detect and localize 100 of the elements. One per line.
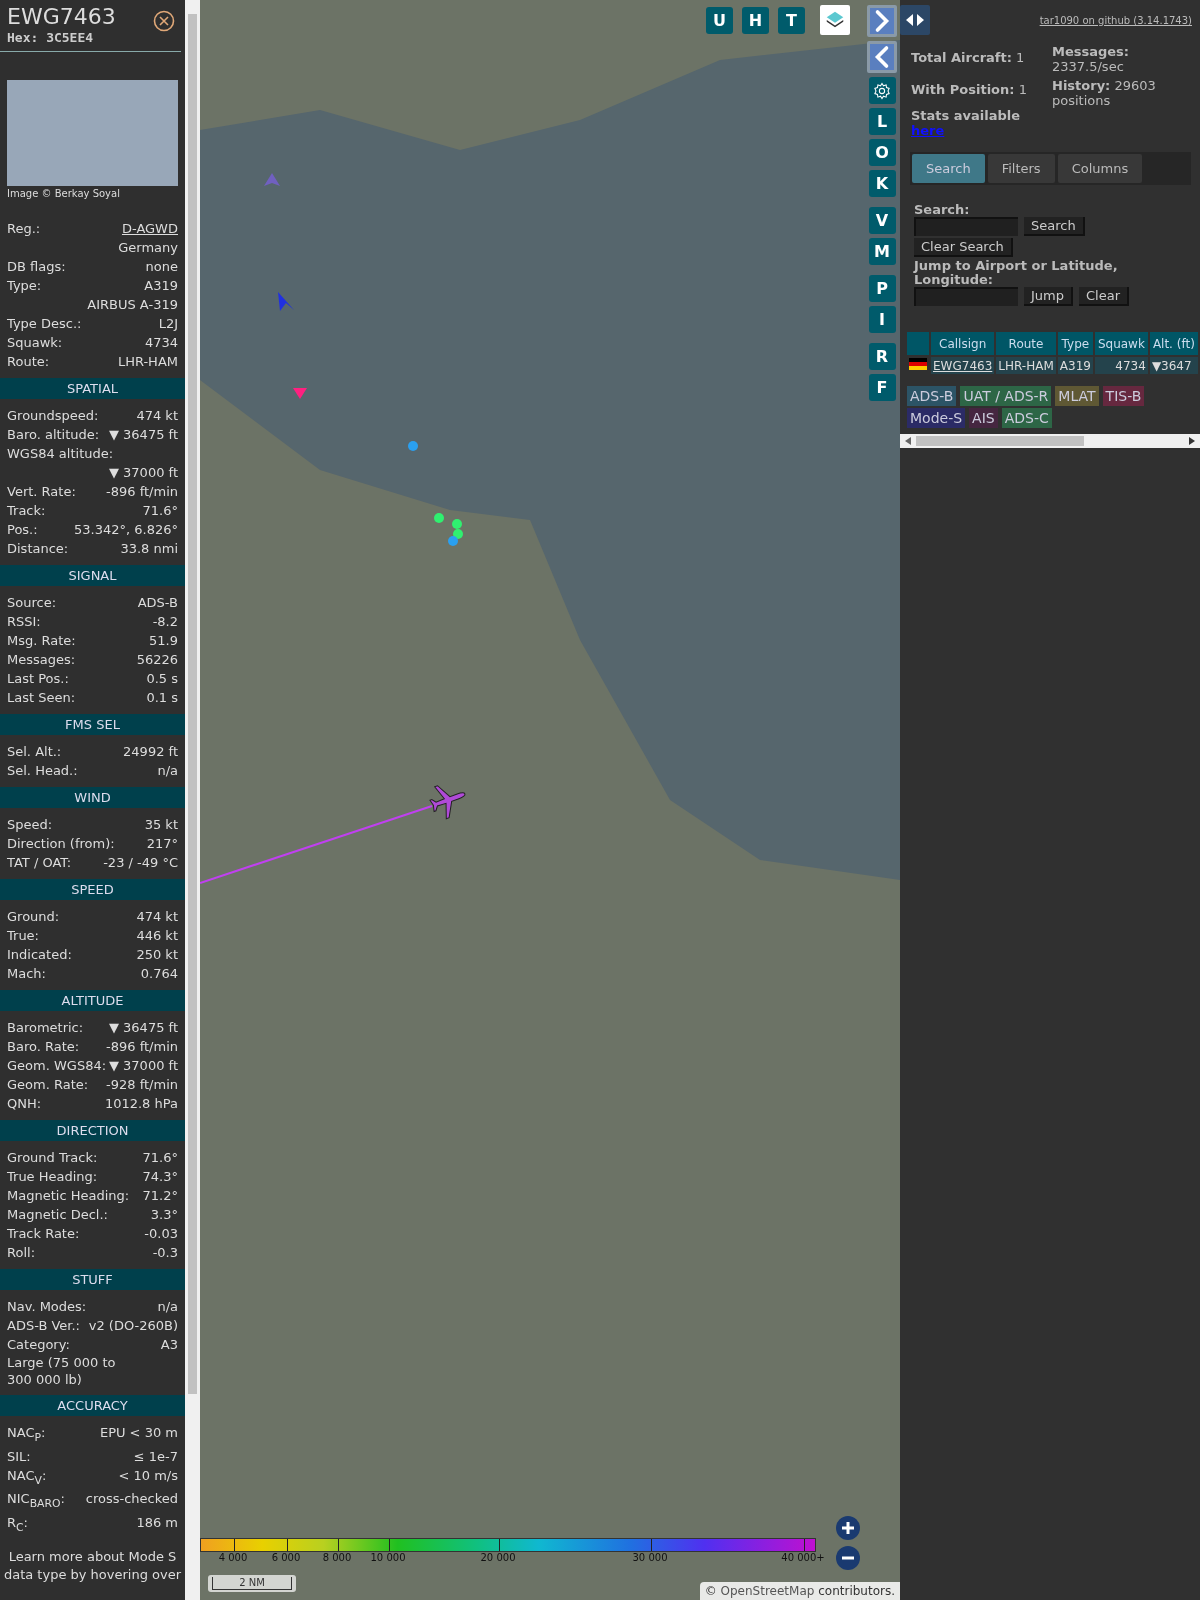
scroll-left-icon[interactable]	[905, 437, 911, 445]
map-toggle-button[interactable]: I	[868, 306, 896, 333]
field-label: Reg.:	[7, 220, 41, 238]
stat-text: Messages: 2337.5/sec	[1052, 44, 1131, 76]
field-label: Messages:	[7, 651, 76, 669]
search-field[interactable]	[914, 217, 1018, 236]
table-cell: LHR-HAM	[996, 357, 1056, 374]
field-label: Track:	[7, 502, 46, 520]
close-icon[interactable]	[153, 10, 175, 32]
zoom-out-button[interactable]	[835, 1545, 861, 1571]
column-header[interactable]: Alt. (ft)	[1149, 332, 1198, 355]
scrollbar[interactable]	[185, 0, 200, 1600]
field-value: EPU < 30 m	[99, 1424, 178, 1442]
chevron-left-icon	[873, 45, 891, 69]
arrow-marker-icon[interactable]	[278, 292, 294, 311]
map-toggle-button[interactable]: P	[868, 275, 896, 302]
openstreetmap-link[interactable]: OpenStreetMap	[720, 1584, 815, 1598]
map-toggle-button[interactable]: U	[706, 6, 733, 34]
field-label: Squawk:	[7, 334, 63, 352]
clear-search-button[interactable]: Clear Search	[914, 238, 1013, 257]
field-label: Distance:	[7, 540, 69, 558]
altitude-label: 4 000	[218, 1552, 248, 1563]
stat-text: Total Aircraft: 1	[911, 49, 1026, 67]
field-label: Sel. Alt.:	[7, 743, 62, 761]
aircraft-icon[interactable]	[429, 785, 466, 820]
flag-icon	[909, 358, 927, 370]
field-value: -8.2	[152, 613, 178, 631]
tab[interactable]: Filters	[987, 154, 1055, 183]
field-label: Pos.:	[7, 521, 38, 539]
field-value: A3	[160, 1336, 178, 1354]
field-label: NAC$_{P}$:	[7, 1424, 46, 1446]
field-label: Geom. Rate:	[7, 1076, 89, 1094]
field-value: 74.3°	[142, 1168, 178, 1186]
column-header[interactable]: Type	[1057, 332, 1093, 355]
field-value: 474 kt	[136, 908, 178, 926]
vessel-dot[interactable]	[408, 441, 418, 451]
field-value: Germany	[118, 239, 178, 257]
field-label: Type:	[7, 277, 42, 295]
field-value: -896 ft/min	[106, 483, 178, 501]
aircraft-marker-icon[interactable]	[264, 173, 280, 186]
jump-button[interactable]: Jump	[1024, 287, 1073, 306]
column-header[interactable]: Callsign	[931, 332, 995, 355]
field-label: Ground Track:	[7, 1149, 98, 1167]
map-toggle-button[interactable]: L	[868, 108, 896, 135]
panel-toggle-button[interactable]	[900, 5, 930, 35]
field-value: 186 m	[136, 1513, 178, 1532]
table-cell[interactable]: EWG7463	[931, 357, 995, 374]
field-value: none	[145, 258, 178, 276]
map-toggle-button[interactable]: R	[868, 343, 896, 370]
scroll-right-icon[interactable]	[1189, 437, 1195, 445]
field-label: Msg. Rate:	[7, 632, 76, 650]
previous-button[interactable]	[867, 41, 897, 73]
field-value: 0.5 s	[146, 670, 178, 688]
vessel-dot[interactable]	[448, 536, 458, 546]
clear-button[interactable]: Clear	[1079, 287, 1129, 306]
vessel-dot[interactable]	[453, 529, 463, 539]
field-label: NIC$_{BARO}$:	[7, 1490, 65, 1512]
map-toggle-button[interactable]: V	[868, 207, 896, 234]
field-label: Speed:	[7, 816, 53, 834]
location-field[interactable]	[914, 287, 1018, 306]
field-value: 4734	[144, 334, 178, 352]
category-description: Large (75 000 to 300 000 lb)	[7, 1354, 117, 1388]
field-label: Groundspeed:	[7, 407, 99, 425]
map-toggle-button[interactable]: F	[868, 374, 896, 401]
next-button[interactable]	[867, 5, 897, 37]
settings-button[interactable]	[868, 77, 896, 104]
field-label: True Heading:	[7, 1168, 98, 1186]
triangle-marker-icon[interactable]	[293, 388, 307, 399]
vessel-dot[interactable]	[434, 513, 444, 523]
registration-link[interactable]: D-AGWD	[121, 219, 178, 238]
field-label: NAC$_{V}$:	[7, 1466, 47, 1489]
field-value: 71.6°	[142, 502, 178, 520]
field-label: RSSI:	[7, 613, 41, 631]
tab[interactable]: Columns	[1057, 154, 1143, 183]
field-label: Route:	[7, 353, 50, 371]
stat-text: With Position: 1	[911, 81, 1028, 99]
map-toggle-button[interactable]: K	[868, 170, 896, 197]
github-link[interactable]: tar1090 on github (3.14.1743)	[1039, 15, 1192, 26]
source-badge: AIS	[969, 408, 998, 428]
zoom-in-button[interactable]	[835, 1515, 861, 1541]
left-right-arrows-icon	[905, 13, 925, 27]
column-header[interactable]: Route	[996, 332, 1056, 355]
map-toggle-button[interactable]: O	[868, 139, 896, 166]
field-label: TAT / OAT:	[7, 854, 72, 872]
field-value: 33.8 nmi	[120, 540, 178, 558]
column-header[interactable]: Squawk	[1094, 332, 1148, 355]
altitude-label: 40 000+	[781, 1552, 825, 1563]
map-toggle-button[interactable]: H	[742, 6, 769, 34]
search-button[interactable]: Search	[1024, 217, 1085, 236]
vessel-dot[interactable]	[452, 519, 462, 529]
table-cell: A319	[1057, 357, 1093, 374]
field-label: SIL:	[7, 1447, 31, 1466]
jump-label: Jump to Airport or Latitude, Longitude:	[914, 259, 1119, 287]
layers-button[interactable]	[820, 5, 850, 35]
field-label: WGS84 altitude:	[7, 445, 114, 463]
scrollbar[interactable]	[900, 434, 1200, 448]
field-label: True:	[7, 927, 39, 945]
field-label: Last Seen:	[7, 689, 76, 707]
map-toggle-button[interactable]: M	[868, 238, 896, 265]
map-toggle-button[interactable]: T	[778, 6, 805, 34]
